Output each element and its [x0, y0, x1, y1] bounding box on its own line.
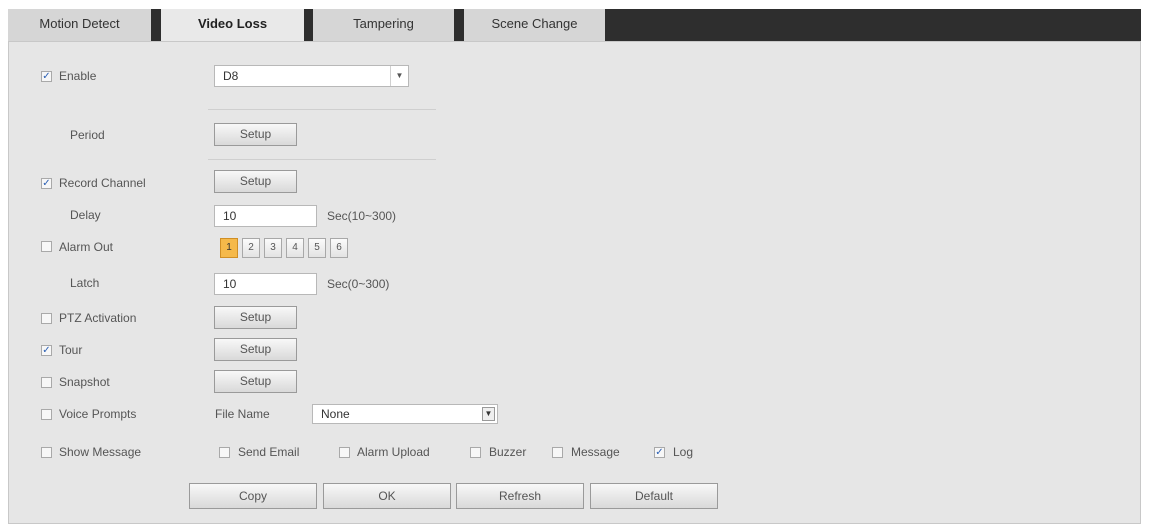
chevron-down-icon: ▼ [390, 66, 408, 86]
default-button[interactable]: Default [590, 483, 718, 509]
period-label: Period [70, 128, 105, 142]
alarm-out-3[interactable]: 3 [264, 238, 282, 258]
record-channel-label: Record Channel [59, 176, 146, 190]
alarm-out-1[interactable]: 1 [220, 238, 238, 258]
voice-prompts-label: Voice Prompts [59, 407, 137, 421]
record-channel-checkbox[interactable]: ✓ [41, 178, 52, 189]
tour-label: Tour [59, 343, 83, 357]
delay-label: Delay [70, 208, 101, 222]
file-name-select[interactable]: None ▼ [312, 404, 498, 424]
settings-panel: ✓ Enable D8 ▼ Period Setup ✓ Record Chan… [8, 41, 1141, 524]
tab-bar: Motion Detect Video Loss Tampering Scene… [8, 9, 1141, 41]
message-label: Message [571, 445, 620, 459]
alarm-out-5[interactable]: 5 [308, 238, 326, 258]
channel-select-value: D8 [223, 69, 239, 83]
record-channel-setup-button[interactable]: Setup [214, 170, 297, 193]
alarm-out-2[interactable]: 2 [242, 238, 260, 258]
snapshot-setup-button[interactable]: Setup [214, 370, 297, 393]
file-name-label: File Name [215, 407, 270, 421]
chevron-down-icon: ▼ [482, 407, 495, 421]
tab-video-loss[interactable]: Video Loss [161, 9, 304, 41]
alarm-out-label: Alarm Out [59, 240, 114, 254]
period-setup-button[interactable]: Setup [214, 123, 297, 146]
alarm-upload-label: Alarm Upload [357, 445, 430, 459]
copy-button[interactable]: Copy [189, 483, 317, 509]
buzzer-checkbox[interactable] [470, 447, 481, 458]
alarm-out-4[interactable]: 4 [286, 238, 304, 258]
send-email-checkbox[interactable] [219, 447, 230, 458]
show-message-label: Show Message [59, 445, 142, 459]
ok-button[interactable]: OK [323, 483, 451, 509]
voice-prompts-checkbox[interactable] [41, 409, 52, 420]
latch-unit: Sec(0~300) [327, 277, 390, 291]
divider [208, 159, 436, 160]
alarm-upload-checkbox[interactable] [339, 447, 350, 458]
send-email-label: Send Email [238, 445, 300, 459]
alarm-out-6[interactable]: 6 [330, 238, 348, 258]
enable-checkbox[interactable]: ✓ [41, 71, 52, 82]
file-name-value: None [321, 407, 350, 421]
ptz-activation-label: PTZ Activation [59, 311, 137, 325]
tour-setup-button[interactable]: Setup [214, 338, 297, 361]
message-checkbox[interactable] [552, 447, 563, 458]
delay-unit: Sec(10~300) [327, 209, 397, 223]
ptz-activation-checkbox[interactable] [41, 313, 52, 324]
log-checkbox[interactable]: ✓ [654, 447, 665, 458]
tab-motion-detect[interactable]: Motion Detect [8, 9, 151, 41]
delay-input[interactable]: 10 [214, 205, 317, 227]
refresh-button[interactable]: Refresh [456, 483, 584, 509]
alarm-out-checkbox[interactable] [41, 241, 52, 252]
latch-label: Latch [70, 276, 100, 290]
snapshot-label: Snapshot [59, 375, 110, 389]
channel-select[interactable]: D8 ▼ [214, 65, 409, 87]
tour-checkbox[interactable]: ✓ [41, 345, 52, 356]
snapshot-checkbox[interactable] [41, 377, 52, 388]
tab-tampering[interactable]: Tampering [313, 9, 454, 41]
buzzer-label: Buzzer [489, 445, 527, 459]
show-message-checkbox[interactable] [41, 447, 52, 458]
log-label: Log [673, 445, 694, 459]
ptz-setup-button[interactable]: Setup [214, 306, 297, 329]
tab-scene-change[interactable]: Scene Change [464, 9, 605, 41]
divider [208, 109, 436, 110]
latch-input[interactable]: 10 [214, 273, 317, 295]
enable-label: Enable [59, 69, 97, 83]
